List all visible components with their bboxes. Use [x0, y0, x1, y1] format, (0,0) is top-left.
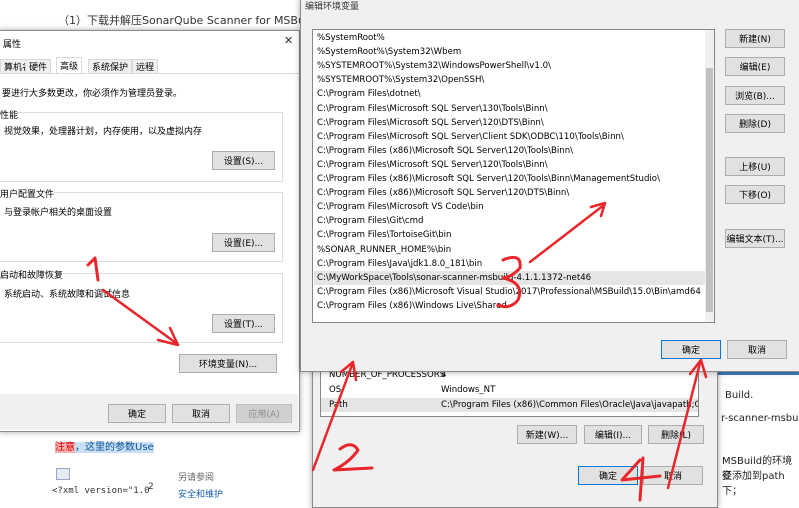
startup-recovery-settings-button[interactable]: 设置(T)...	[212, 314, 275, 333]
sysvar-edit-button[interactable]: 编辑(I)...	[584, 425, 642, 444]
var-name: Path	[329, 400, 348, 410]
note-prefix: 注意	[55, 442, 75, 453]
sysvar-delete-button[interactable]: 删除(L)	[648, 425, 704, 444]
admin-notice: 要进行大多数更改，你必须作为管理员登录。	[2, 89, 183, 99]
path-item[interactable]: C:\Program Files\Microsoft SQL Server\12…	[317, 116, 544, 130]
scrollbar-thumb[interactable]	[706, 68, 713, 312]
path-new-button[interactable]: 新建(N)	[725, 29, 785, 48]
path-edit-button[interactable]: 编辑(E)	[725, 57, 785, 76]
performance-group	[0, 112, 283, 182]
step-title: （1）下载并解压SonarQube Scanner for MSBuild	[58, 14, 319, 27]
article-note: 注意，这里的参数Use	[55, 438, 154, 453]
user-profiles-title: 用户配置文件	[0, 187, 55, 200]
path-browse-button[interactable]: 浏览(B)...	[725, 86, 785, 105]
var-value: C:\Program Files (x86)\Common Files\Orac…	[441, 400, 699, 410]
path-item[interactable]: C:\Program Files (x86)\Microsoft Visual …	[317, 285, 701, 299]
startup-recovery-title: 启动和故障恢复	[0, 268, 64, 281]
user-profiles-settings-button[interactable]: 设置(E)...	[212, 233, 275, 252]
path-item[interactable]: C:\Program Files\Microsoft SQL Server\13…	[317, 102, 548, 116]
path-item[interactable]: C:\Program Files (x86)\Windows Live\Shar…	[317, 299, 507, 313]
article-text-line: Build.	[725, 390, 754, 401]
path-item[interactable]: C:\Program Files\Java\jdk1.8.0_181\bin	[317, 257, 482, 271]
path-item[interactable]: %SYSTEMROOT%\System32\OpenSSH\	[317, 73, 484, 87]
path-item[interactable]: %SystemRoot%\System32\Wbem	[317, 45, 461, 59]
path-move-up-button[interactable]: 上移(U)	[725, 157, 785, 176]
path-delete-button[interactable]: 删除(D)	[725, 114, 785, 133]
path-list-scrollbar[interactable]	[705, 30, 714, 322]
edit-window-title: 编辑环境变量	[305, 2, 360, 12]
article-text-line: 径添加到path下；	[722, 471, 785, 497]
table-row[interactable]: OS Windows_NT	[321, 383, 698, 397]
article-text-line: r-scanner-msbu	[721, 413, 799, 424]
path-item[interactable]: %SONAR_RUNNER_HOME%\bin	[317, 243, 451, 257]
tab-advanced[interactable]: 高级	[56, 57, 83, 73]
props-ok-button[interactable]: 确定	[108, 404, 166, 423]
path-item[interactable]: C:\Program Files\Microsoft SQL Server\12…	[317, 158, 548, 172]
path-edit-text-button[interactable]: 编辑文本(T)...	[725, 229, 785, 248]
path-item[interactable]: %SYSTEMROOT%\System32\WindowsPowerShell\…	[317, 59, 551, 73]
performance-desc: 视觉效果，处理器计划，内存使用，以及虚拟内存	[4, 127, 203, 137]
see-also-label: 另请参阅	[178, 473, 215, 483]
path-item-selected[interactable]: C:\MyWorkSpace\Tools\sonar-scanner-msbui…	[314, 270, 713, 285]
user-profiles-desc: 与登录帐户相关的桌面设置	[4, 208, 113, 218]
table-row-selected[interactable]: Path C:\Program Files (x86)\Common Files\…	[321, 398, 698, 412]
path-item[interactable]: %SystemRoot%	[317, 31, 385, 45]
tab-system-protection[interactable]: 系统保护	[88, 59, 133, 73]
tab-divider	[0, 73, 299, 74]
performance-settings-button[interactable]: 设置(S)...	[212, 151, 275, 170]
note-text: ，这里的参数Use	[75, 442, 154, 453]
env-ok-button[interactable]: 确定	[578, 466, 638, 485]
props-cancel-button[interactable]: 取消	[172, 404, 230, 423]
env-cancel-button[interactable]: 取消	[643, 466, 703, 485]
environment-variables-button[interactable]: 环境变量(N)...	[179, 354, 277, 373]
performance-title: 性能	[0, 108, 19, 121]
tab-hardware[interactable]: 硬件	[25, 59, 52, 73]
props-apply-button[interactable]: 应用(A)	[236, 404, 292, 423]
path-item[interactable]: C:\Program Files\Microsoft VS Code\bin	[317, 200, 484, 214]
path-item[interactable]: C:\Program Files (x86)\Microsoft SQL Ser…	[317, 172, 660, 186]
path-item[interactable]: C:\Program Files\Git\cmd	[317, 214, 423, 228]
security-link[interactable]: 安全和维护	[178, 487, 223, 500]
var-value: Windows_NT	[441, 385, 496, 395]
system-variables-list[interactable]: NUMBER_OF_PROCESSORS 4 OS Windows_NT Path C…	[320, 365, 699, 417]
path-item[interactable]: C:\Program Files (x86)\Microsoft SQL Ser…	[317, 144, 573, 158]
path-move-down-button[interactable]: 下移(O)	[725, 185, 785, 204]
var-name: OS	[329, 385, 342, 395]
startup-recovery-desc: 系统启动、系统故障和调试信息	[4, 290, 131, 300]
path-item[interactable]: C:\Program Files (x86)\Microsoft SQL Ser…	[317, 186, 569, 200]
path-list[interactable]: %SystemRoot% %SystemRoot%\System32\Wbem %S…	[312, 29, 715, 323]
page-number: 2	[148, 482, 154, 492]
code-snippet: <?xml version="1.0	[52, 486, 150, 496]
tab-remote[interactable]: 远程	[132, 59, 159, 73]
close-icon[interactable]: ✕	[284, 34, 293, 47]
edit-ok-button[interactable]: 确定	[661, 340, 721, 359]
sysvar-new-button[interactable]: 新建(W)...	[517, 425, 577, 444]
path-item[interactable]: C:\Program Files\Microsoft SQL Server\Cl…	[317, 130, 624, 144]
path-item[interactable]: C:\Program Files\dotnet\	[317, 87, 421, 101]
path-item[interactable]: C:\Program Files\TortoiseGit\bin	[317, 228, 452, 242]
window-title: 属性	[3, 40, 22, 50]
code-block-icon	[56, 468, 70, 480]
edit-cancel-button[interactable]: 取消	[727, 340, 787, 359]
